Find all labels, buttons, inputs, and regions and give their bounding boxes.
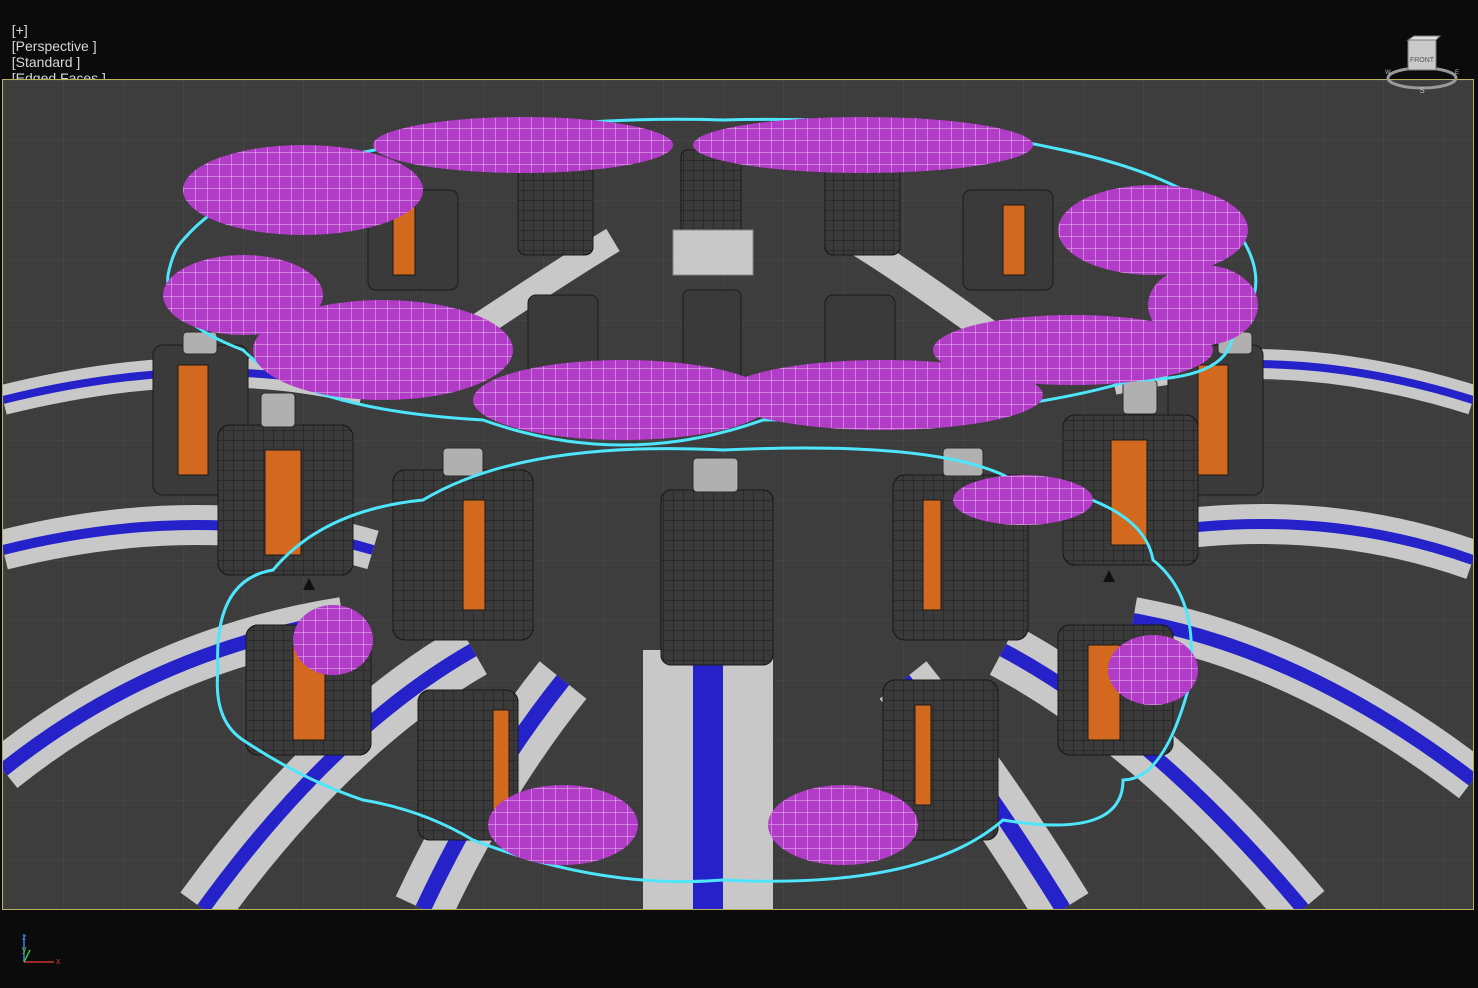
viewport-shading-menu[interactable]: [Standard ] bbox=[12, 54, 81, 70]
scene-render bbox=[3, 80, 1473, 909]
axis-tripod-icon: x y z bbox=[18, 928, 68, 968]
axis-y-label: y bbox=[22, 944, 27, 954]
axis-x-label: x bbox=[56, 956, 61, 966]
viewport-view-menu[interactable]: [Perspective ] bbox=[12, 38, 97, 54]
viewcube-face-label: FRONT bbox=[1410, 57, 1435, 64]
axis-z-label: z bbox=[22, 932, 27, 942]
perspective-viewport[interactable] bbox=[2, 79, 1474, 910]
compass-east: E bbox=[1455, 70, 1459, 76]
viewcube-icon[interactable]: FRONT S W E bbox=[1382, 34, 1462, 95]
compass-west: W bbox=[1385, 70, 1391, 76]
viewport-label: [+] [Perspective ] [Standard ] [Edged Fa… bbox=[4, 6, 106, 86]
viewport-menu-plus[interactable]: [+] bbox=[12, 22, 28, 38]
compass-south: S bbox=[1419, 86, 1424, 94]
